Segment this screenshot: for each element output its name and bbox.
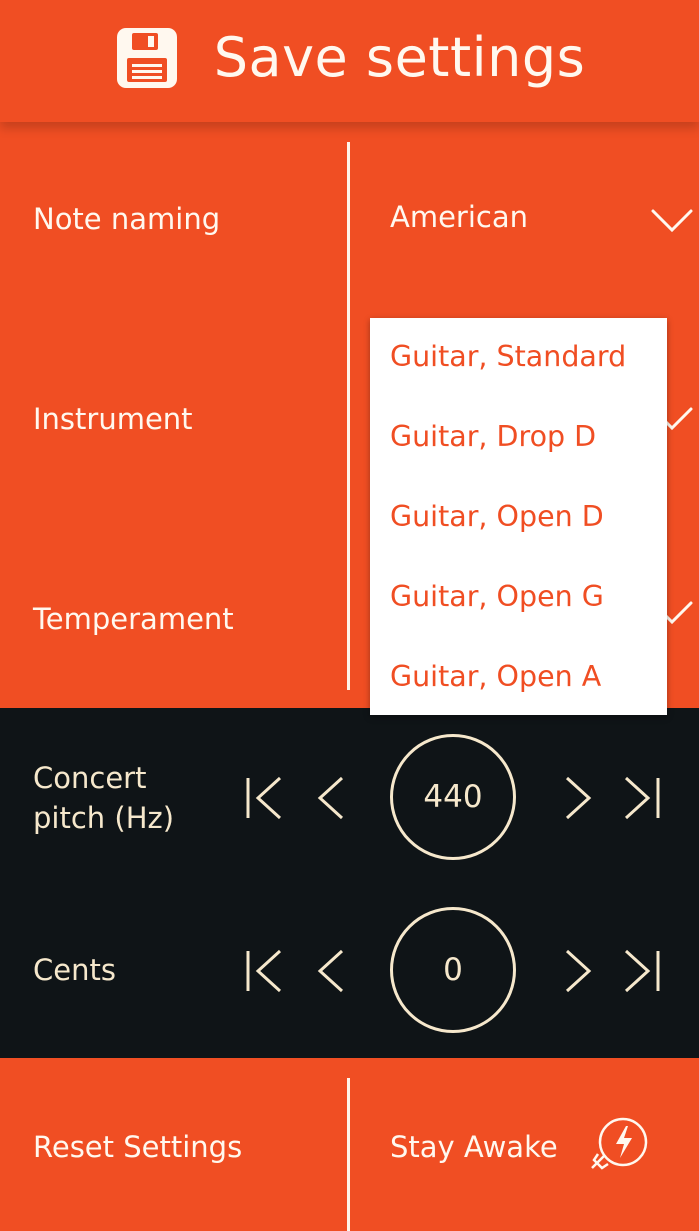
chevron-right-icon[interactable] [563,774,595,822]
note-naming-label: Note naming [33,202,221,236]
instrument-dropdown: Guitar, Standard Guitar, Drop D Guitar, … [370,318,667,715]
dropdown-option[interactable]: Guitar, Open A [390,660,601,693]
column-divider [347,142,350,690]
note-naming-select[interactable]: American [390,200,528,234]
skip-first-icon[interactable] [244,947,286,995]
dropdown-option[interactable]: Guitar, Drop D [390,420,596,453]
chevron-down-icon[interactable] [650,208,694,234]
page-title: Save settings [213,25,586,89]
skip-last-icon[interactable] [620,774,662,822]
dropdown-option[interactable]: Guitar, Standard [390,340,626,373]
reset-settings-button[interactable]: Reset Settings [33,1130,242,1164]
temperament-label: Temperament [33,602,234,636]
pitch-controls-panel: Concert pitch (Hz) 440 Cents 0 [0,708,699,1058]
footer-bar: Reset Settings Stay Awake [0,1058,699,1231]
concert-pitch-label-line2: pitch (Hz) [33,801,175,835]
chevron-left-icon[interactable] [314,947,346,995]
instrument-label: Instrument [33,402,193,436]
save-settings-button[interactable]: Save settings [0,0,699,122]
dropdown-option[interactable]: Guitar, Open G [390,580,604,613]
concert-pitch-value[interactable]: 440 [390,734,516,860]
concert-pitch-label: Concert pitch (Hz) [33,758,174,838]
chevron-right-icon[interactable] [563,947,595,995]
concert-pitch-label-line1: Concert [33,761,147,795]
floppy-disk-icon [116,28,177,88]
chevron-left-icon[interactable] [314,774,346,822]
cents-label: Cents [33,953,116,987]
stay-awake-button[interactable]: Stay Awake [390,1130,558,1164]
dropdown-option[interactable]: Guitar, Open D [390,500,604,533]
skip-last-icon[interactable] [620,947,662,995]
cents-value[interactable]: 0 [390,907,516,1033]
footer-divider [347,1078,350,1231]
skip-first-icon[interactable] [244,774,286,822]
lightbulb-bolt-icon[interactable] [584,1114,652,1182]
